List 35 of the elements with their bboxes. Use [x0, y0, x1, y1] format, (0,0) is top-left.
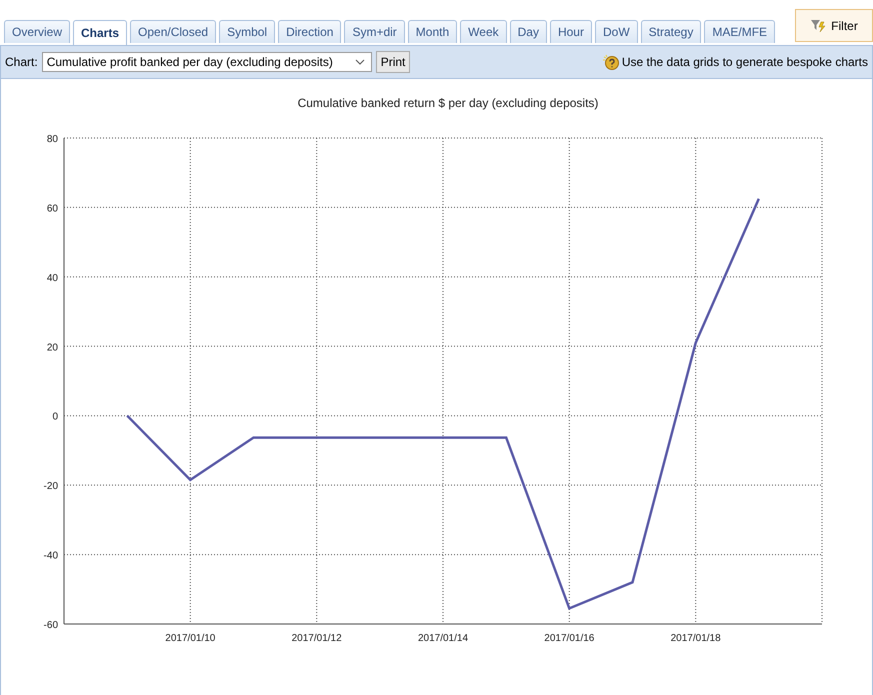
- chart-label: Chart:: [5, 55, 38, 69]
- tab[interactable]: Overview: [4, 20, 70, 43]
- tab[interactable]: Symbol: [219, 20, 276, 43]
- hint-text: Use the data grids to generate bespoke charts: [622, 55, 868, 69]
- y-tick-label: -60: [44, 620, 58, 631]
- x-tick-label: 2017/01/10: [165, 633, 216, 644]
- y-tick-label: -40: [44, 550, 58, 562]
- x-tick-label: 2017/01/12: [292, 633, 342, 644]
- x-tick-label: 2017/01/14: [418, 633, 468, 644]
- tab[interactable]: Hour: [550, 20, 592, 43]
- tab[interactable]: Direction: [278, 20, 342, 43]
- tab[interactable]: Strategy: [640, 20, 702, 43]
- tab[interactable]: Month: [408, 20, 458, 43]
- tab[interactable]: Charts: [73, 20, 128, 45]
- print-button[interactable]: Print: [376, 51, 410, 73]
- tab[interactable]: DoW: [594, 20, 638, 43]
- chart-select[interactable]: Cumulative profit banked per day (excluding deposits): [42, 52, 372, 72]
- x-tick-label: 2017/01/18: [670, 633, 721, 644]
- funnel-icon: [810, 18, 826, 32]
- y-tick-label: 40: [46, 272, 58, 284]
- chevron-icon: [354, 59, 365, 65]
- tab[interactable]: MAE/MFE: [704, 20, 776, 43]
- chart-title: Cumulative banked return $ per day (excluding deposits): [298, 96, 598, 110]
- tab[interactable]: Open/Closed: [130, 20, 216, 43]
- y-tick-label: 80: [46, 134, 58, 145]
- help-icon: [602, 54, 620, 70]
- y-tick-label: 60: [46, 203, 58, 214]
- tab[interactable]: Week: [460, 20, 507, 43]
- y-tick-label: -20: [44, 481, 58, 492]
- y-tick-label: 0: [52, 412, 58, 423]
- tab[interactable]: Day: [510, 20, 547, 43]
- x-tick-label: 2017/01/16: [544, 633, 594, 644]
- y-tick-label: 20: [46, 342, 58, 354]
- tab[interactable]: Sym+dir: [344, 20, 405, 43]
- filter-button[interactable]: Filter: [795, 9, 873, 42]
